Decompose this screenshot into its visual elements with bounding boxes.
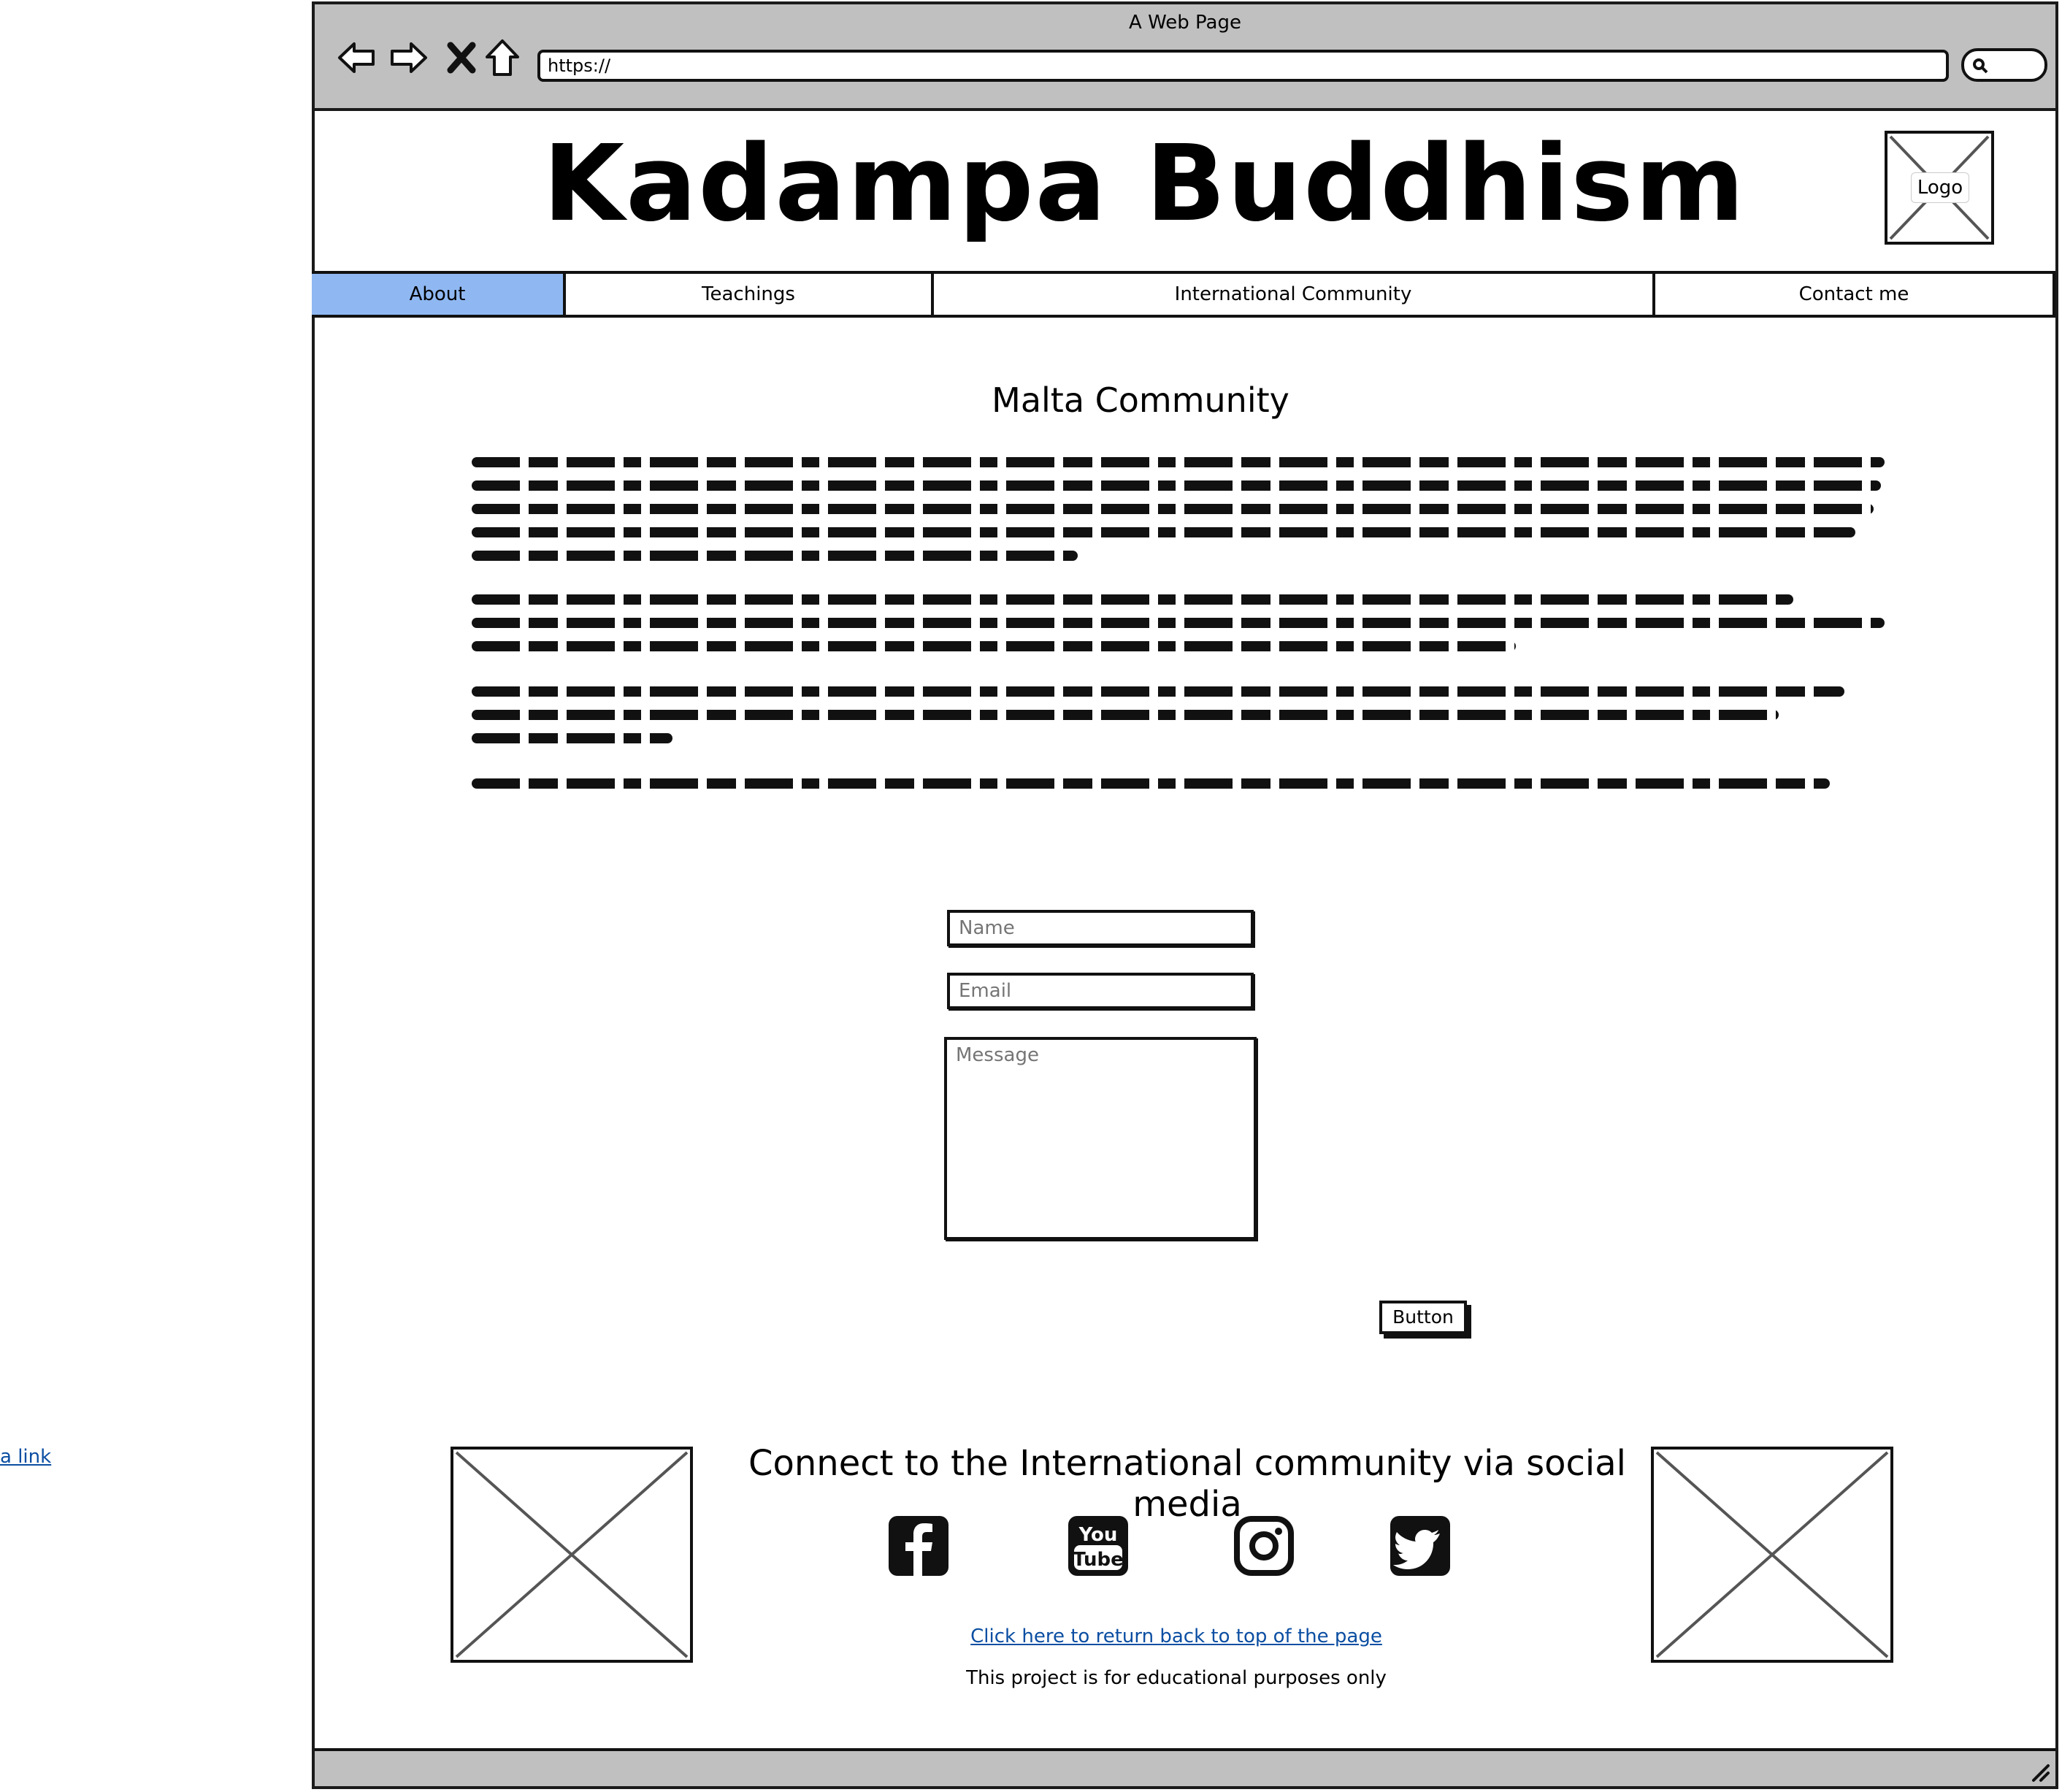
browser-window: A Web Page https:// Kadampa Buddhism Log… (312, 1, 2058, 1789)
home-icon[interactable] (481, 37, 524, 79)
text-paragraph (472, 778, 1885, 802)
message-textarea[interactable] (944, 1037, 1257, 1240)
main-nav: About Teachings International Community … (312, 271, 2055, 318)
resize-grip-icon[interactable] (2029, 1761, 2051, 1783)
outside-link[interactable]: a link (0, 1446, 51, 1468)
nav-item-teachings[interactable]: Teachings (566, 274, 934, 315)
name-input[interactable] (947, 910, 1254, 946)
nav-item-international-community[interactable]: International Community (934, 274, 1655, 315)
browser-status-bar (315, 1748, 2055, 1786)
instagram-icon[interactable] (1233, 1515, 1295, 1577)
section-title: Malta Community (992, 380, 1289, 420)
nav-item-contact-me[interactable]: Contact me (1655, 274, 2055, 315)
text-paragraph (472, 457, 1885, 574)
youtube-icon[interactable]: You Tube (1067, 1515, 1130, 1577)
search-icon (1973, 58, 1988, 74)
svg-text:Tube: Tube (1073, 1549, 1124, 1571)
twitter-icon[interactable] (1389, 1515, 1452, 1577)
browser-toolbar: A Web Page https:// (315, 4, 2055, 111)
back-to-top-link[interactable]: Click here to return back to top of the … (303, 1626, 2050, 1647)
submit-button[interactable]: Button (1379, 1301, 1467, 1334)
close-icon[interactable] (440, 37, 483, 79)
forward-arrow-icon[interactable] (388, 37, 430, 79)
logo-label: Logo (1911, 172, 1969, 203)
nav-item-about[interactable]: About (312, 274, 566, 315)
text-paragraph (472, 686, 1885, 757)
back-arrow-icon[interactable] (335, 37, 377, 79)
footer-note: This project is for educational purposes… (966, 1667, 1387, 1689)
url-bar[interactable]: https:// (537, 50, 1949, 82)
social-title: Connect to the International community v… (748, 1443, 1626, 1525)
facebook-icon[interactable] (887, 1515, 950, 1577)
svg-text:You: You (1078, 1524, 1118, 1546)
email-input[interactable] (947, 973, 1254, 1009)
site-title: Kadampa Buddhism (543, 122, 1746, 245)
browser-search-box[interactable] (1961, 48, 2047, 82)
window-title: A Web Page (1129, 12, 1241, 34)
text-paragraph (472, 594, 1885, 665)
logo: Logo (1885, 131, 1994, 245)
